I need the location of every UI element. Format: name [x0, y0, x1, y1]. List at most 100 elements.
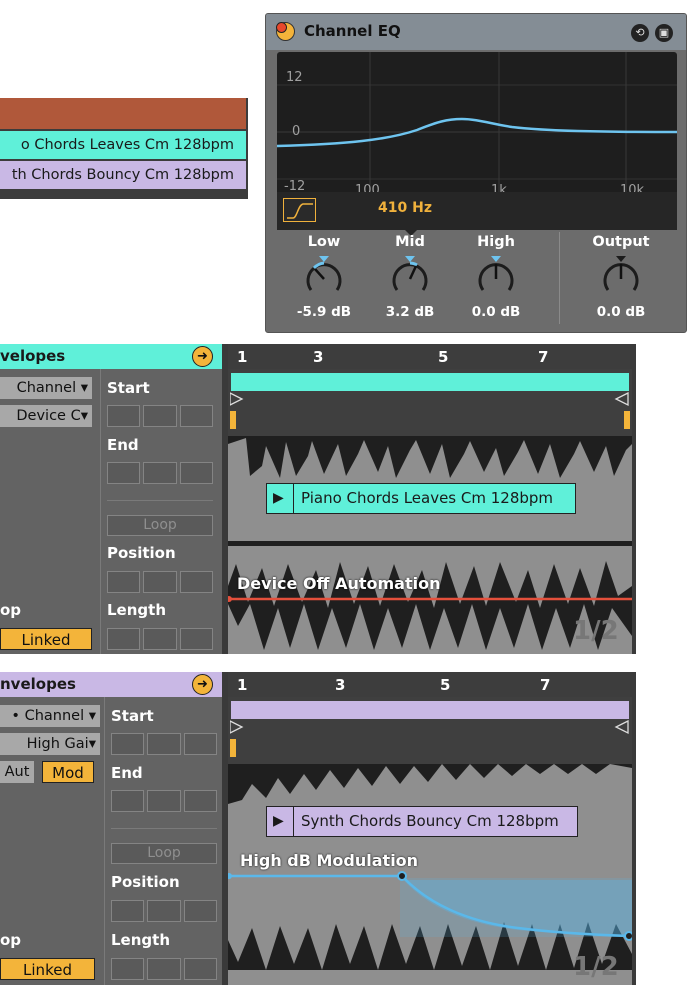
position-field[interactable]: [111, 900, 217, 922]
linked-button[interactable]: Linked: [0, 958, 95, 980]
linked-button[interactable]: Linked: [0, 628, 92, 650]
beat-ruler[interactable]: 1 3 5 7: [228, 344, 630, 369]
loop-brace[interactable]: [231, 373, 629, 391]
loop-brace-lane[interactable]: [228, 697, 632, 764]
envelope-control-dropdown[interactable]: Device C▾: [0, 405, 92, 427]
output-gain-knob[interactable]: [600, 256, 642, 298]
start-end-markers[interactable]: [230, 719, 630, 739]
high-gain-knob[interactable]: [475, 256, 517, 298]
start-marker[interactable]: [230, 411, 236, 429]
separator: [111, 828, 217, 829]
high-gain-value: 0.0 dB: [471, 304, 521, 320]
length-field[interactable]: [111, 958, 217, 980]
clip-name: Synth Chords Bouncy Cm 128bpm: [301, 812, 559, 830]
page-indicator: 1/2: [573, 616, 619, 646]
clip-view-piano: velopes ➜ Channel ▾ Device C▾ Start End …: [0, 344, 636, 654]
ruler-label: 1: [237, 676, 248, 694]
arrow-right-icon[interactable]: ➜: [192, 674, 213, 695]
low-gain-value: -5.9 dB: [296, 304, 352, 320]
channel-eq-device: Channel EQ ⟲ ▣ 12 0 -12 100 1k 10k 410 H…: [265, 13, 687, 333]
envelope-device-dropdown[interactable]: • Channel ▾: [0, 705, 100, 727]
end-label: End: [107, 436, 139, 454]
device-title: Channel EQ: [304, 22, 401, 40]
ruler-label: 1: [237, 348, 248, 366]
waveform-display[interactable]: ▶ Piano Chords Leaves Cm 128bpm Device O…: [228, 436, 632, 654]
start-field[interactable]: [111, 733, 217, 755]
divider: [100, 369, 101, 654]
loop-button[interactable]: Loop: [111, 843, 217, 864]
end-field[interactable]: [107, 462, 213, 484]
ruler-label: 7: [538, 348, 549, 366]
clip-name-label[interactable]: ▶ Synth Chords Bouncy Cm 128bpm: [266, 806, 578, 837]
eq-filter-bar: 410 Hz: [277, 192, 677, 230]
ruler-label: 7: [540, 676, 551, 694]
position-field[interactable]: [107, 571, 213, 593]
divider: [104, 697, 105, 985]
start-field[interactable]: [107, 405, 213, 427]
clip-list: o Chords Leaves Cm 128bpm th Chords Boun…: [0, 98, 248, 199]
knob-label-high: High: [477, 234, 515, 250]
mid-gain-knob[interactable]: [389, 256, 431, 298]
ruler-label: 5: [440, 676, 451, 694]
clip-slot-piano[interactable]: o Chords Leaves Cm 128bpm: [0, 131, 246, 159]
clip-name-label[interactable]: ▶ Piano Chords Leaves Cm 128bpm: [266, 483, 576, 514]
mid-gain-value: 3.2 dB: [385, 304, 435, 320]
automation-label: High dB Modulation: [240, 851, 419, 870]
low-gain-knob[interactable]: [303, 256, 345, 298]
clip-view-synth: nvelopes ➜ • Channel ▾ High Gai▾ Aut Mod…: [0, 672, 636, 985]
automation-mode-button[interactable]: Aut: [0, 761, 34, 783]
length-field[interactable]: [107, 628, 213, 650]
play-icon[interactable]: ▶: [273, 484, 284, 513]
beat-ruler[interactable]: 1 3 5 7: [228, 672, 630, 697]
separator: [107, 500, 213, 501]
clip-properties: • Channel ▾ High Gai▾ Aut Mod Start End …: [0, 697, 222, 985]
end-label: End: [111, 764, 143, 782]
knob-label-low: Low: [307, 234, 341, 250]
length-label: Length: [111, 931, 170, 949]
db-tick-label: 0: [292, 124, 301, 139]
clip-slot-synth[interactable]: th Chords Bouncy Cm 128bpm: [0, 161, 246, 189]
divider: [559, 232, 560, 324]
page-indicator: 1/2: [573, 952, 619, 982]
loop-label: op: [0, 601, 22, 619]
start-marker[interactable]: [230, 739, 236, 757]
loop-brace[interactable]: [231, 701, 629, 719]
envelopes-header: velopes ➜: [0, 344, 222, 369]
ruler-label: 3: [335, 676, 346, 694]
position-label: Position: [111, 873, 180, 891]
envelopes-title: nvelopes: [0, 675, 76, 693]
waveform: [228, 436, 632, 654]
db-tick-label: 12: [286, 70, 303, 85]
waveform-display[interactable]: ▶ Synth Chords Bouncy Cm 128bpm High dB …: [228, 764, 632, 985]
end-field[interactable]: [111, 790, 217, 812]
end-marker[interactable]: [624, 411, 630, 429]
start-label: Start: [107, 379, 150, 397]
ruler-label: 3: [313, 348, 324, 366]
envelopes-header: nvelopes ➜: [0, 672, 222, 697]
device-title-bar: Channel EQ ⟲ ▣: [266, 14, 686, 50]
hot-swap-icon[interactable]: ⟲: [631, 24, 649, 42]
knob-label-output: Output: [592, 234, 650, 250]
waveform: [228, 764, 632, 985]
frequency-readout[interactable]: 410 Hz: [378, 200, 432, 216]
start-end-markers[interactable]: [230, 391, 630, 411]
envelope-device-dropdown[interactable]: Channel ▾: [0, 377, 92, 399]
ruler-label: 5: [438, 348, 449, 366]
output-gain-value: 0.0 dB: [596, 304, 646, 320]
automation-label: Device Off Automation: [237, 574, 441, 593]
envelope-control-dropdown[interactable]: High Gai▾: [0, 733, 100, 755]
clip-name: Piano Chords Leaves Cm 128bpm: [301, 489, 554, 507]
loop-brace-lane[interactable]: [228, 369, 632, 436]
clip-list-header: [0, 98, 246, 129]
arrow-right-icon[interactable]: ➜: [192, 346, 213, 367]
play-icon[interactable]: ▶: [273, 807, 284, 836]
start-label: Start: [111, 707, 154, 725]
filter-shape-icon[interactable]: [283, 198, 316, 222]
loop-label: op: [0, 931, 22, 949]
envelopes-title: velopes: [0, 347, 66, 365]
fold-icon[interactable]: [276, 22, 295, 41]
loop-button[interactable]: Loop: [107, 515, 213, 536]
modulation-mode-button[interactable]: Mod: [42, 761, 94, 783]
save-preset-icon[interactable]: ▣: [655, 24, 673, 42]
clip-properties: Channel ▾ Device C▾ Start End Loop Posit…: [0, 369, 222, 654]
